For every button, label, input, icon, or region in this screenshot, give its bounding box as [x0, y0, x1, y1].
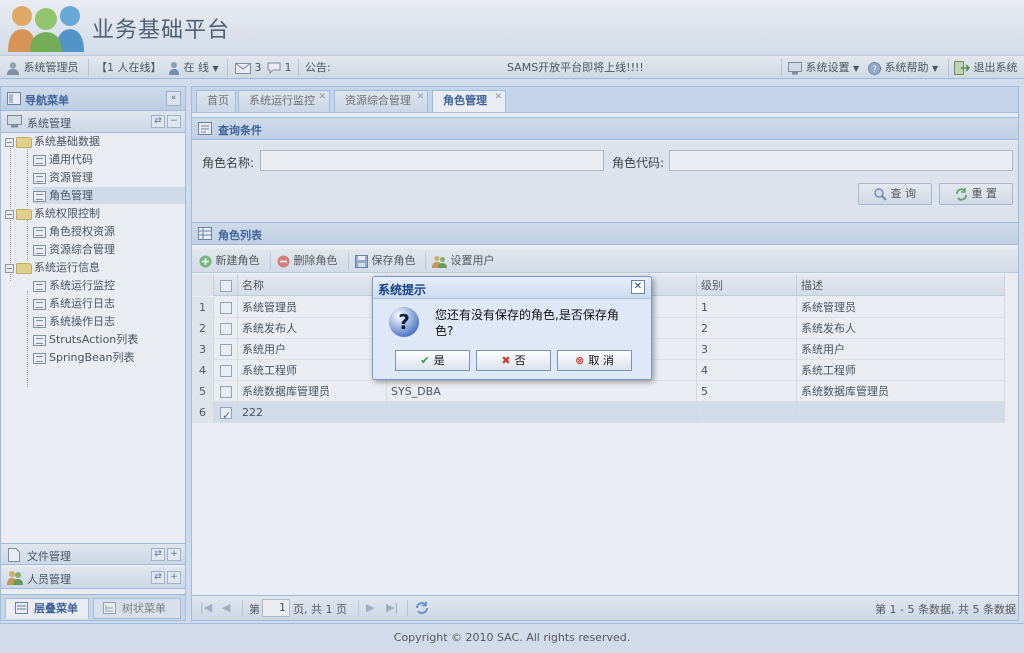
dialog-message: 您还有没有保存的角色,是否保存角色?	[435, 308, 619, 338]
dialog-no-button[interactable]: ✖ 否	[476, 350, 551, 371]
dialog-title: 系统提示	[378, 283, 427, 297]
question-icon: ?	[389, 307, 419, 337]
cancel-icon: ⊗	[575, 354, 585, 367]
x-icon: ✖	[501, 354, 511, 367]
dialog-yes-button[interactable]: ✔ 是	[395, 350, 470, 371]
dialog-cancel-button[interactable]: ⊗ 取 消	[557, 350, 632, 371]
dialog-header[interactable]: 系统提示 ✕	[373, 277, 651, 299]
check-icon: ✔	[420, 354, 430, 367]
dialog-close-button[interactable]: ✕	[631, 280, 645, 294]
confirm-dialog: 系统提示 ✕ ? 您还有没有保存的角色,是否保存角色? ✔ 是 ✖ 否 ⊗ 取 消	[372, 276, 652, 380]
close-icon: ✕	[633, 281, 643, 292]
